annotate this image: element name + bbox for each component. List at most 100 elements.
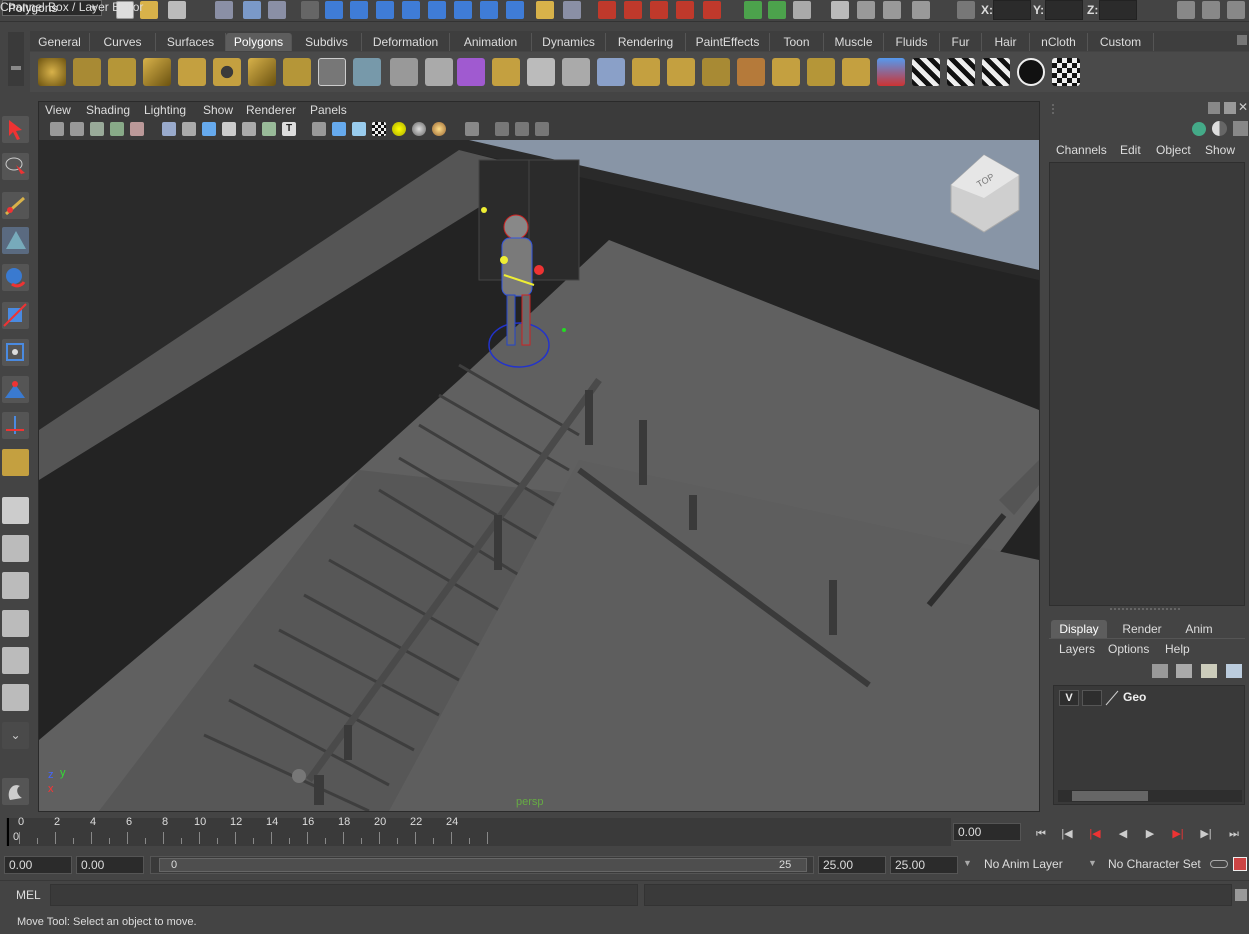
make-live-icon[interactable]: [703, 1, 721, 19]
viewport-menu-view[interactable]: View: [45, 103, 71, 117]
poly-cylinder-icon[interactable]: [108, 58, 136, 86]
lock-icon[interactable]: [536, 1, 554, 19]
resolution-gate-icon[interactable]: [202, 122, 216, 136]
boolean-icon[interactable]: [457, 58, 485, 86]
dock-panel-icon[interactable]: [1224, 102, 1236, 114]
character-set-chevron-down-icon[interactable]: ▼: [1088, 858, 1097, 868]
z-input[interactable]: [1099, 0, 1137, 20]
select-hierarchy-icon[interactable]: [215, 1, 233, 19]
lasso-tool-icon[interactable]: [2, 153, 29, 180]
render-frame-icon[interactable]: [831, 1, 849, 19]
shelf-tab-hair[interactable]: Hair: [982, 33, 1030, 51]
persp-outliner-layout-icon[interactable]: [2, 572, 29, 599]
poly-cone-icon[interactable]: [143, 58, 171, 86]
poly-pyramid-icon[interactable]: [248, 58, 276, 86]
scale-tool-icon[interactable]: [2, 302, 29, 329]
shelf-tab-rendering[interactable]: Rendering: [606, 33, 686, 51]
edit-menu[interactable]: Edit: [1120, 143, 1141, 157]
range-slider[interactable]: 0 25: [150, 856, 814, 874]
step-forward-key-icon[interactable]: ▶|: [1168, 825, 1188, 843]
manipulator-icon[interactable]: [1192, 122, 1206, 136]
field-chart-icon[interactable]: [242, 122, 256, 136]
insert-edge-loop-icon[interactable]: [632, 58, 660, 86]
step-back-frame-icon[interactable]: |◀: [1057, 825, 1077, 843]
persp-graph-layout-icon[interactable]: [2, 610, 29, 637]
smooth-shade-icon[interactable]: [332, 122, 346, 136]
hardware-render-icon[interactable]: [432, 122, 446, 136]
animation-preferences-icon[interactable]: [1233, 857, 1247, 871]
textured-icon[interactable]: [372, 122, 386, 136]
xray-joints-icon[interactable]: [515, 122, 529, 136]
layout-more-icon[interactable]: ⌄: [2, 722, 29, 749]
sculpt-icon[interactable]: [877, 58, 905, 86]
merge-icon[interactable]: [702, 58, 730, 86]
smooth-icon[interactable]: [425, 58, 453, 86]
viewport-menu-lighting[interactable]: Lighting: [144, 103, 186, 117]
last-tool-icon[interactable]: [2, 449, 29, 476]
wedge-icon[interactable]: [807, 58, 835, 86]
layer-color-icon[interactable]: [1104, 690, 1120, 706]
shelf-tab-polygons[interactable]: Polygons: [226, 33, 292, 51]
shelf-tab-curves[interactable]: Curves: [90, 33, 156, 51]
extrude-icon[interactable]: [492, 58, 520, 86]
shelf-tab-subdivs[interactable]: Subdivs: [292, 33, 362, 51]
hypershade-icon[interactable]: [912, 1, 930, 19]
shelf-menu-handle[interactable]: [8, 32, 24, 86]
soft-modification-icon[interactable]: [2, 376, 29, 403]
new-layer-icon[interactable]: [1201, 664, 1217, 678]
paint-select-tool-icon[interactable]: [2, 192, 29, 219]
mel-input[interactable]: [50, 884, 638, 906]
shelf-tab-dynamics[interactable]: Dynamics: [532, 33, 606, 51]
playback-end-field[interactable]: 25.00: [818, 856, 886, 874]
safe-action-icon[interactable]: [262, 122, 276, 136]
snap-point-icon[interactable]: [650, 1, 668, 19]
end-time-field[interactable]: 25.00: [890, 856, 958, 874]
help-menu[interactable]: Help: [1165, 642, 1190, 656]
poly-torus-icon[interactable]: [213, 58, 241, 86]
bridge-icon[interactable]: [527, 58, 555, 86]
viewport-menu-panels[interactable]: Panels: [310, 103, 347, 117]
viewport-menu-shading[interactable]: Shading: [86, 103, 130, 117]
viewport-menu-renderer[interactable]: Renderer: [246, 103, 296, 117]
anim-layer-selector[interactable]: No Anim Layer: [980, 856, 1084, 874]
current-frame-indicator[interactable]: 0: [7, 818, 31, 846]
tab-anim[interactable]: Anim: [1175, 620, 1223, 638]
gate-mask-icon[interactable]: [222, 122, 236, 136]
play-forwards-icon[interactable]: ▶: [1140, 825, 1160, 843]
step-back-key-icon[interactable]: |◀: [1085, 825, 1105, 843]
shelf-tab-surfaces[interactable]: Surfaces: [156, 33, 226, 51]
shelf-tab-animation[interactable]: Animation: [450, 33, 532, 51]
shelf-tab-fur[interactable]: Fur: [940, 33, 982, 51]
offset-edge-loop-icon[interactable]: [667, 58, 695, 86]
speed-icon[interactable]: [1212, 121, 1227, 136]
go-to-end-icon[interactable]: ⏭: [1224, 825, 1244, 843]
attribute-editor-icon[interactable]: [1177, 1, 1195, 19]
select-handles-icon[interactable]: [325, 1, 343, 19]
close-panel-icon[interactable]: ✕: [1238, 101, 1249, 113]
shadows-icon[interactable]: [412, 122, 426, 136]
camera-select-icon[interactable]: [50, 122, 64, 136]
split-poly-icon[interactable]: [597, 58, 625, 86]
universal-manipulator-icon[interactable]: [2, 339, 29, 366]
cylindrical-map-icon[interactable]: [982, 58, 1010, 86]
isolate-select-icon[interactable]: [465, 122, 479, 136]
hyper-icon[interactable]: [1233, 121, 1248, 136]
select-misc-icon[interactable]: [506, 1, 524, 19]
tool-settings-icon[interactable]: [1202, 1, 1220, 19]
bevel-icon[interactable]: [737, 58, 765, 86]
shelf-tab-ncloth[interactable]: nCloth: [1030, 33, 1088, 51]
lock-selection-icon[interactable]: [301, 1, 319, 19]
poly-plane-icon[interactable]: [178, 58, 206, 86]
shelf-tab-painteffects[interactable]: PaintEffects: [686, 33, 770, 51]
append-icon[interactable]: [562, 58, 590, 86]
highlight-selection-icon[interactable]: [563, 1, 581, 19]
construction-history-icon[interactable]: [768, 1, 786, 19]
planar-map-icon[interactable]: [947, 58, 975, 86]
viewport-menu-show[interactable]: Show: [203, 103, 233, 117]
image-plane-icon[interactable]: [110, 122, 124, 136]
object-menu[interactable]: Object: [1156, 143, 1191, 157]
range-slider-bar[interactable]: [159, 858, 807, 872]
show-manipulator-icon[interactable]: [2, 412, 29, 439]
shelf-options-icon[interactable]: [1237, 35, 1247, 45]
persp-hypergraph-layout-icon[interactable]: [2, 684, 29, 711]
